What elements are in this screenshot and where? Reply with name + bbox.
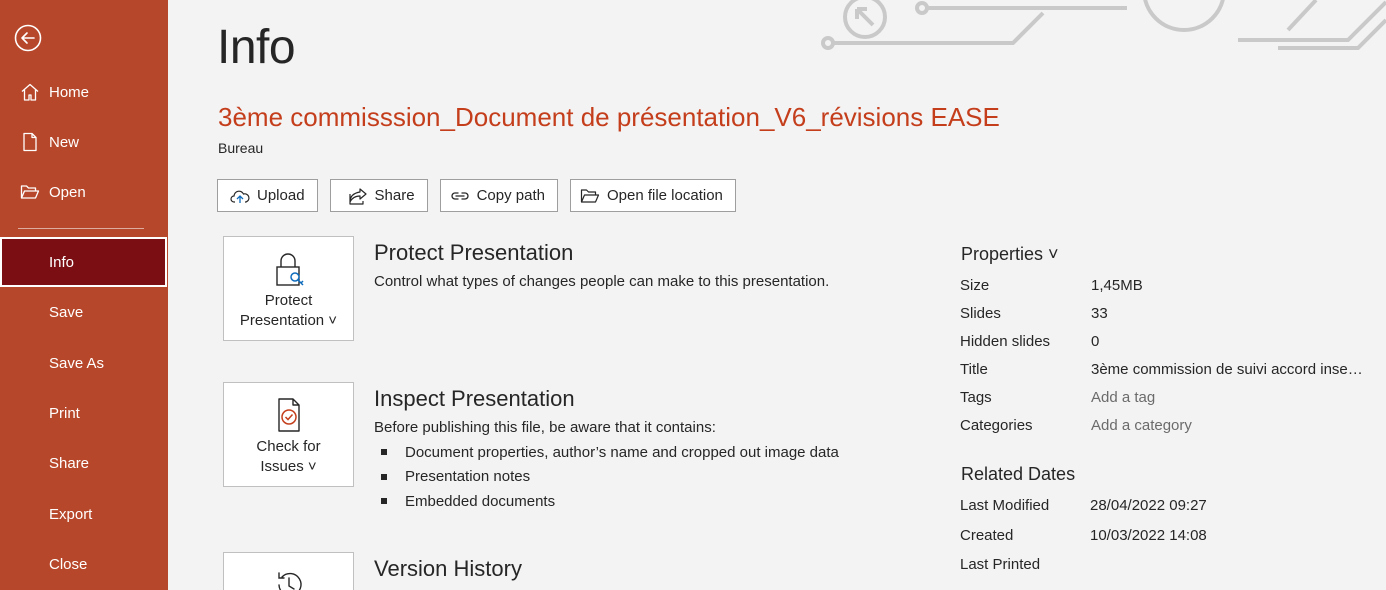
open-file-location-button[interactable]: Open file location <box>569 179 736 212</box>
property-row-hidden-slides: Hidden slides 0 <box>960 333 1380 355</box>
inspect-label-1: Check for <box>256 438 321 455</box>
nav-share[interactable]: Share <box>0 443 168 483</box>
file-actions-toolbar: Upload Share Copy path Open file locatio… <box>217 179 736 212</box>
property-key: Size <box>960 277 990 294</box>
property-key: Hidden slides <box>960 333 1051 350</box>
nav-info[interactable]: Info <box>0 237 167 287</box>
list-item: Presentation notes <box>374 465 839 490</box>
property-value: 1,45MB <box>1091 277 1143 294</box>
bullet-icon <box>381 449 387 456</box>
version-history-heading: Version History <box>374 556 522 581</box>
nav-label: Share <box>49 454 90 472</box>
upload-label: Upload <box>257 187 305 204</box>
bullet-text: Embedded documents <box>405 492 556 510</box>
history-icon <box>277 572 302 590</box>
document-location: Bureau <box>218 140 264 156</box>
nav-label: Close <box>49 555 88 573</box>
date-row-created: Created 10/03/2022 14:08 <box>960 527 1380 549</box>
nav-label: New <box>49 133 80 151</box>
nav-label: Info <box>49 253 75 271</box>
list-item: Embedded documents <box>374 489 839 514</box>
nav-home[interactable]: Home <box>0 72 168 112</box>
nav-label: Save <box>49 303 84 321</box>
date-value: 10/03/2022 14:08 <box>1090 527 1207 544</box>
nav-label: Save As <box>49 354 105 372</box>
home-icon <box>20 82 40 102</box>
nav-save-as[interactable]: Save As <box>0 343 168 383</box>
nav-label: Home <box>49 83 90 101</box>
nav-open[interactable]: Open <box>0 172 168 212</box>
properties-dropdown[interactable]: Properties ˅ <box>961 244 1059 265</box>
new-document-icon <box>20 132 40 152</box>
nav-divider <box>18 228 144 229</box>
property-row-slides: Slides 33 <box>960 305 1380 327</box>
list-item: Document properties, author’s name and c… <box>374 440 839 465</box>
check-for-issues-button[interactable]: Check for Issues ˅ <box>223 382 354 487</box>
bullet-icon <box>381 498 387 505</box>
property-row-size: Size 1,45MB <box>960 277 1380 299</box>
title-field[interactable]: 3ème commission de suivi accord inserti.… <box>1091 361 1367 378</box>
date-key: Created <box>960 527 1014 544</box>
bullet-text: Presentation notes <box>405 468 531 486</box>
nav-export[interactable]: Export <box>0 494 168 534</box>
date-value: 28/04/2022 09:27 <box>1090 497 1207 514</box>
inspect-heading: Inspect Presentation <box>374 386 575 411</box>
open-file-location-label: Open file location <box>606 187 723 204</box>
backstage-sidebar: Home New Open Info Save Save As Print Sh… <box>0 0 168 590</box>
date-key: Last Printed <box>960 556 1041 573</box>
version-history-button[interactable] <box>223 552 354 590</box>
date-row-last-modified: Last Modified 28/04/2022 09:27 <box>960 497 1380 519</box>
date-row-last-printed: Last Printed <box>960 556 1380 578</box>
tags-field[interactable]: Add a tag <box>1091 389 1367 406</box>
copy-path-label: Copy path <box>476 187 545 204</box>
nav-save[interactable]: Save <box>0 292 168 332</box>
property-row-tags: Tags Add a tag <box>960 389 1380 411</box>
property-value: 0 <box>1091 333 1100 350</box>
nav-close[interactable]: Close <box>0 544 168 584</box>
link-icon <box>451 191 469 200</box>
property-row-categories: Categories Add a category <box>960 417 1380 439</box>
share-icon <box>348 187 367 205</box>
cloud-upload-icon <box>230 190 250 203</box>
property-key: Title <box>960 361 988 378</box>
date-key: Last Modified <box>960 497 1050 514</box>
property-key: Slides <box>960 305 1001 322</box>
inspect-description: Before publishing this file, be aware th… <box>374 419 716 436</box>
copy-path-button[interactable]: Copy path <box>439 179 558 212</box>
property-value: 33 <box>1091 305 1108 322</box>
nav-label: Export <box>49 505 93 523</box>
property-row-title: Title 3ème commission de suivi accord in… <box>960 361 1380 383</box>
page-title: Info <box>217 21 296 74</box>
protect-presentation-button[interactable]: Protect Presentation ˅ <box>223 236 354 341</box>
nav-new[interactable]: New <box>0 122 168 162</box>
inspect-bullet-list: Document properties, author’s name and c… <box>374 440 839 514</box>
inspect-document-icon <box>277 398 300 432</box>
circuit-decoration <box>821 0 1386 50</box>
nav-label: Print <box>49 404 80 422</box>
back-arrow-icon[interactable] <box>14 24 42 52</box>
property-key: Tags <box>960 389 992 406</box>
bullet-icon <box>381 473 387 480</box>
upload-button[interactable]: Upload <box>217 179 318 212</box>
info-pane: Info 3ème commisssion_Document de présen… <box>168 0 1386 590</box>
open-folder-icon <box>20 182 40 202</box>
property-key: Categories <box>960 417 1033 434</box>
categories-field[interactable]: Add a category <box>1091 417 1367 434</box>
protect-label-1: Protect <box>264 292 313 309</box>
protect-description: Control what types of changes people can… <box>374 273 830 290</box>
bullet-text: Document properties, author’s name and c… <box>405 443 839 461</box>
lock-key-icon <box>275 253 304 286</box>
folder-icon <box>580 188 600 203</box>
protect-heading: Protect Presentation <box>374 240 574 265</box>
nav-label: Open <box>49 183 86 201</box>
nav-print[interactable]: Print <box>0 393 168 433</box>
related-dates-heading: Related Dates <box>961 464 1076 484</box>
inspect-label-2: Issues ˅ <box>260 458 317 475</box>
document-title: 3ème commisssion_Document de présentatio… <box>218 102 1000 132</box>
share-button[interactable]: Share <box>329 179 428 212</box>
protect-label-2: Presentation ˅ <box>239 312 338 329</box>
share-label: Share <box>374 187 415 204</box>
